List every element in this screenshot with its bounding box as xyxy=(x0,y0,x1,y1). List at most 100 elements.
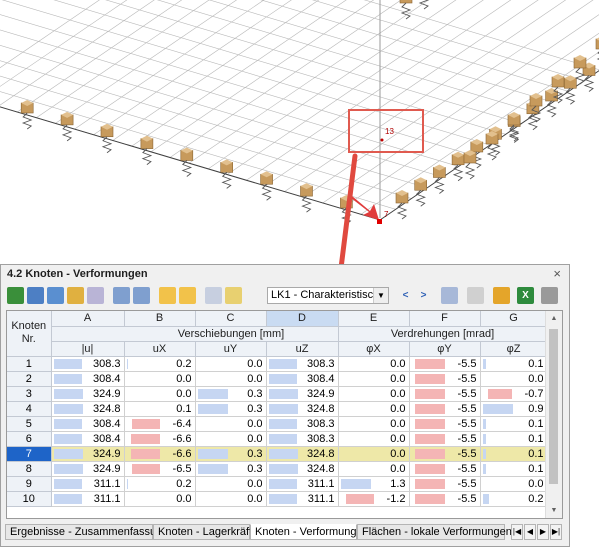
cell-ux[interactable]: -6.5 xyxy=(124,461,196,477)
cell-uy[interactable]: 0.3 xyxy=(195,461,267,477)
cell-phix[interactable]: 0.0 xyxy=(338,371,410,387)
scroll-thumb[interactable] xyxy=(549,329,558,484)
relative-scale-icon[interactable] xyxy=(87,287,104,304)
edit-table-icon[interactable] xyxy=(225,287,242,304)
loadcase-dropdown[interactable]: LK1 - Charakteristisch ▼ xyxy=(267,287,389,304)
row-node-number[interactable]: 7 xyxy=(7,446,52,462)
table-row[interactable]: 2 308.4 0.0 0.0 308.4 0.0 -5.5 0.0 xyxy=(7,371,548,387)
scroll-down-icon[interactable]: ▼ xyxy=(546,503,562,518)
cell-uz[interactable]: 308.4 xyxy=(266,371,339,387)
cell-uz[interactable]: 308.3 xyxy=(266,431,339,447)
cell-u[interactable]: 308.4 xyxy=(51,416,125,432)
cell-phix[interactable]: 0.0 xyxy=(338,416,410,432)
cell-phiy[interactable]: -5.5 xyxy=(409,416,481,432)
cell-uz[interactable]: 311.1 xyxy=(266,491,339,507)
cell-phiy[interactable]: -5.5 xyxy=(409,446,481,462)
cell-ux[interactable]: 0.0 xyxy=(124,491,196,507)
table-row[interactable]: 5 308.4 -6.4 0.0 308.3 0.0 -5.5 0.1 xyxy=(7,416,548,432)
cell-uy[interactable]: 0.0 xyxy=(195,491,267,507)
cell-phiz[interactable]: 0.1 xyxy=(480,356,548,372)
tab-prev-icon[interactable]: ◀ xyxy=(524,524,536,540)
cell-uy[interactable]: 0.0 xyxy=(195,431,267,447)
cell-uy[interactable]: 0.3 xyxy=(195,401,267,417)
cell-phiy[interactable]: -5.5 xyxy=(409,371,481,387)
cell-u[interactable]: 311.1 xyxy=(51,476,125,492)
cell-uz[interactable]: 324.8 xyxy=(266,446,339,462)
cell-phix[interactable]: 0.0 xyxy=(338,401,410,417)
scroll-up-icon[interactable]: ▲ xyxy=(546,311,562,326)
table-row[interactable]: 7 324.9 -6.6 0.3 324.8 0.0 -5.5 0.1 xyxy=(7,446,548,462)
cell-phiy[interactable]: -5.5 xyxy=(409,386,481,402)
cell-uy[interactable]: 0.3 xyxy=(195,446,267,462)
previous-loadcase-icon[interactable]: < xyxy=(397,287,414,304)
cell-phiy[interactable]: -5.5 xyxy=(409,356,481,372)
cell-phiz[interactable]: 0.1 xyxy=(480,461,548,477)
column-letter-a[interactable]: A xyxy=(51,311,125,327)
cell-u[interactable]: 308.4 xyxy=(51,371,125,387)
color-bars-icon[interactable] xyxy=(67,287,84,304)
cell-phiy[interactable]: -5.5 xyxy=(409,491,481,507)
column-letter-d[interactable]: D xyxy=(266,311,339,327)
cell-u[interactable]: 324.9 xyxy=(51,386,125,402)
cell-phiy[interactable]: -5.5 xyxy=(409,431,481,447)
next-loadcase-icon[interactable]: > xyxy=(415,287,432,304)
cell-ux[interactable]: 0.0 xyxy=(124,386,196,402)
cell-phiz[interactable]: 0.9 xyxy=(480,401,548,417)
column-letter-g[interactable]: G xyxy=(480,311,548,327)
cell-phix[interactable]: 0.0 xyxy=(338,431,410,447)
cell-u[interactable]: 308.4 xyxy=(51,431,125,447)
cell-uy[interactable]: 0.3 xyxy=(195,386,267,402)
cell-phix[interactable]: -1.2 xyxy=(338,491,410,507)
column-letter-c[interactable]: C xyxy=(195,311,267,327)
filter-icon[interactable] xyxy=(441,287,458,304)
row-node-number[interactable]: 8 xyxy=(7,461,52,477)
sort-icon[interactable] xyxy=(47,287,64,304)
cell-uz[interactable]: 308.3 xyxy=(266,416,339,432)
cell-phiy[interactable]: -5.5 xyxy=(409,476,481,492)
cell-uy[interactable]: 0.0 xyxy=(195,416,267,432)
cell-phiz[interactable]: 0.1 xyxy=(480,431,548,447)
cell-ux[interactable]: 0.2 xyxy=(124,356,196,372)
table-row[interactable]: 8 324.9 -6.5 0.3 324.8 0.0 -5.5 0.1 xyxy=(7,461,548,477)
vertical-scrollbar[interactable]: ▲ ▼ xyxy=(545,311,562,518)
cell-phix[interactable]: 0.0 xyxy=(338,446,410,462)
cell-uz[interactable]: 324.9 xyxy=(266,386,339,402)
cell-phix[interactable]: 0.0 xyxy=(338,356,410,372)
cell-phiz[interactable]: 0.0 xyxy=(480,476,548,492)
cell-ux[interactable]: 0.2 xyxy=(124,476,196,492)
cell-phix[interactable]: 0.0 xyxy=(338,461,410,477)
previous-table-icon[interactable] xyxy=(113,287,130,304)
row-node-number[interactable]: 2 xyxy=(7,371,52,387)
table-options-icon[interactable] xyxy=(541,287,558,304)
table-row[interactable]: 10 311.1 0.0 0.0 311.1 -1.2 -5.5 0.2 xyxy=(7,491,548,507)
close-icon[interactable]: × xyxy=(553,266,561,281)
filter-rows-icon[interactable] xyxy=(27,287,44,304)
view-options-icon[interactable] xyxy=(205,287,222,304)
cell-ux[interactable]: 0.0 xyxy=(124,371,196,387)
next-table-icon[interactable] xyxy=(133,287,150,304)
cell-phiy[interactable]: -5.5 xyxy=(409,401,481,417)
cell-phiz[interactable]: 0.0 xyxy=(480,371,548,387)
cell-phiz[interactable]: 0.1 xyxy=(480,446,548,462)
column-letter-b[interactable]: B xyxy=(124,311,196,327)
column-letter-e[interactable]: E xyxy=(338,311,410,327)
row-node-number[interactable]: 9 xyxy=(7,476,52,492)
visibility-icon[interactable] xyxy=(467,287,484,304)
table-row[interactable]: 4 324.8 0.1 0.3 324.8 0.0 -5.5 0.9 xyxy=(7,401,548,417)
cell-ux[interactable]: -6.6 xyxy=(124,446,196,462)
cell-phix[interactable]: 1.3 xyxy=(338,476,410,492)
cell-u[interactable]: 311.1 xyxy=(51,491,125,507)
cell-uy[interactable]: 0.0 xyxy=(195,356,267,372)
cell-u[interactable]: 324.9 xyxy=(51,446,125,462)
cell-phiz[interactable]: 0.2 xyxy=(480,491,548,507)
row-node-number[interactable]: 6 xyxy=(7,431,52,447)
tab-first-icon[interactable]: |◀ xyxy=(511,524,523,540)
cell-ux[interactable]: -6.6 xyxy=(124,431,196,447)
tab-node-deformations[interactable]: Knoten - Verformungen xyxy=(250,524,369,540)
export-excel-icon[interactable] xyxy=(7,287,24,304)
row-node-number[interactable]: 5 xyxy=(7,416,52,432)
table-row[interactable]: 1 308.3 0.2 0.0 308.3 0.0 -5.5 0.1 xyxy=(7,356,548,372)
cell-ux[interactable]: 0.1 xyxy=(124,401,196,417)
chevron-down-icon[interactable]: ▼ xyxy=(373,288,388,303)
table-row[interactable]: 6 308.4 -6.6 0.0 308.3 0.0 -5.5 0.1 xyxy=(7,431,548,447)
